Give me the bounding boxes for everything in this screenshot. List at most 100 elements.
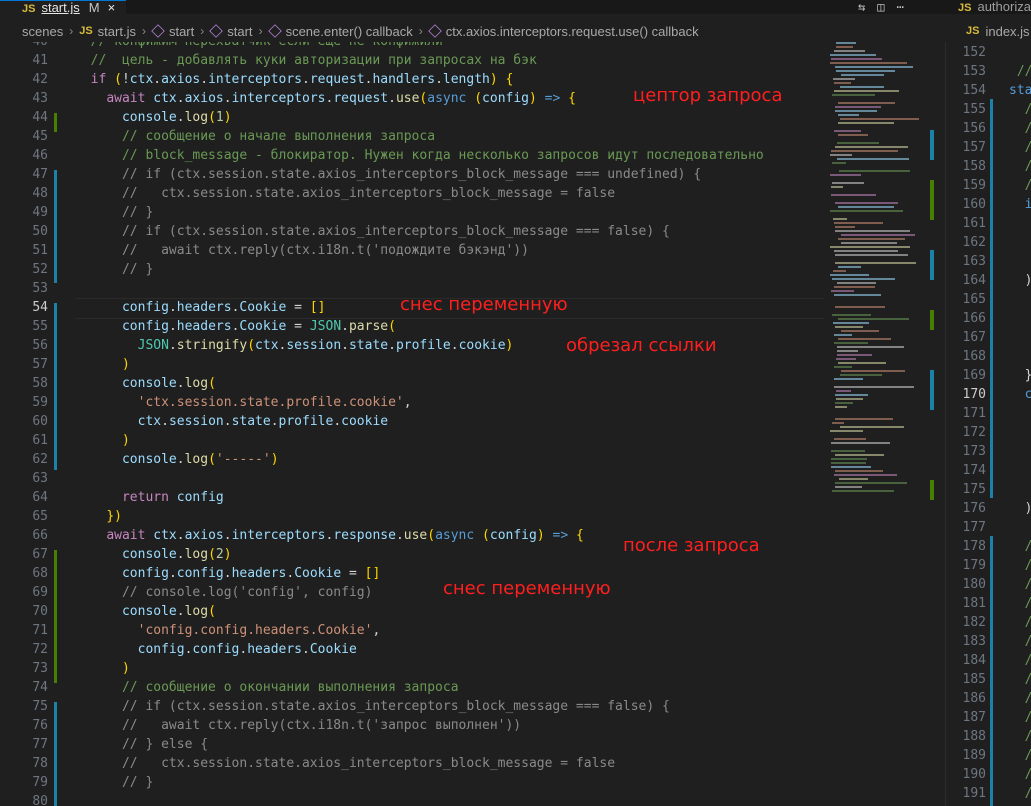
split-editor-icon[interactable]: ◫	[877, 0, 884, 14]
breadcrumb-item[interactable]: index.js	[985, 24, 1029, 39]
code-line[interactable]: 61 )	[0, 431, 828, 450]
code-line[interactable]: 177	[946, 518, 1031, 537]
code-line[interactable]: 188 /	[946, 727, 1031, 746]
code-line[interactable]: 52 // }	[0, 260, 828, 279]
code-line[interactable]: 164 )	[946, 271, 1031, 290]
code-line[interactable]: 60 ctx.session.state.profile.cookie	[0, 412, 828, 431]
overview-ruler[interactable]	[930, 120, 936, 540]
line-number: 168	[962, 349, 986, 364]
code-line[interactable]: 175	[946, 480, 1031, 499]
code-line[interactable]: 76 // await ctx.reply(ctx.i18n.t('запрос…	[0, 716, 828, 735]
breadcrumb-item[interactable]: scene.enter() callback	[267, 24, 413, 39]
code-line[interactable]: 62 console.log('-----')	[0, 450, 828, 469]
code-line[interactable]: 163	[946, 252, 1031, 271]
code-line[interactable]: 79 // }	[0, 773, 828, 792]
code-line[interactable]: 158 /	[946, 157, 1031, 176]
code-line[interactable]: 167	[946, 328, 1031, 347]
code-line[interactable]: 160 i	[946, 195, 1031, 214]
line-number: 80	[32, 794, 48, 806]
tab-authorization-js[interactable]: JS authoriza	[950, 0, 1031, 14]
code-line[interactable]: 65 })	[0, 507, 828, 526]
code-line[interactable]: 166	[946, 309, 1031, 328]
code-line[interactable]: 80	[0, 792, 828, 806]
code-editor[interactable]: 40 // конфижим перехватчик если еще не к…	[0, 42, 945, 806]
code-line[interactable]: 156 /	[946, 119, 1031, 138]
code-line[interactable]: 168	[946, 347, 1031, 366]
line-number: 187	[962, 710, 986, 725]
code-line[interactable]: 46 // block_message - блокиратор. Нужен …	[0, 146, 828, 165]
close-icon[interactable]: ×	[108, 0, 116, 14]
code-line[interactable]: 41 // цель - добавлять куки авторизации …	[0, 51, 828, 70]
code-line[interactable]: 74 // сообщение о окончании выполнения з…	[0, 678, 828, 697]
code-line[interactable]: 64 return config	[0, 488, 828, 507]
code-line[interactable]: 153 //	[946, 62, 1031, 81]
breadcrumb-item[interactable]: scenes	[22, 24, 63, 39]
code-line[interactable]: 68 config.config.headers.Cookie = []	[0, 564, 828, 583]
code-line[interactable]: 189 /	[946, 746, 1031, 765]
code-line[interactable]: 171	[946, 404, 1031, 423]
code-line[interactable]: 75 // if (ctx.session.state.axios_interc…	[0, 697, 828, 716]
code-line[interactable]: 178 /	[946, 537, 1031, 556]
minimap-line	[835, 254, 908, 256]
code-line[interactable]: 71 'config.config.headers.Cookie',	[0, 621, 828, 640]
code-line[interactable]: 179 /	[946, 556, 1031, 575]
code-line[interactable]: 172	[946, 423, 1031, 442]
code-line[interactable]: 185 /	[946, 670, 1031, 689]
code-line[interactable]: 72 config.config.headers.Cookie	[0, 640, 828, 659]
breadcrumb-item[interactable]: JS start.js	[79, 24, 136, 39]
right-editor-pane[interactable]: 152 153 //154 sta 155 /156 /157 /158 /159 /…	[945, 42, 1031, 806]
code-line[interactable]: 191 /	[946, 784, 1031, 803]
breadcrumb-item[interactable]: ctx.axios.interceptors.request.use() cal…	[427, 24, 699, 39]
code-text: )	[1009, 501, 1031, 516]
code-line[interactable]: 165	[946, 290, 1031, 309]
code-line[interactable]: 51 // await ctx.reply(ctx.i18n.t('подожд…	[0, 241, 828, 260]
code-line[interactable]: 170 c	[946, 385, 1031, 404]
code-line[interactable]: 157 /	[946, 138, 1031, 157]
code-line[interactable]: 55 config.headers.Cookie = JSON.parse(	[0, 317, 828, 336]
breadcrumb-item[interactable]: start	[209, 24, 253, 39]
code-line[interactable]: 70 console.log(	[0, 602, 828, 621]
code-line[interactable]: 186 /	[946, 689, 1031, 708]
code-line[interactable]: 57 )	[0, 355, 828, 374]
code-line[interactable]: 181 /	[946, 594, 1031, 613]
code-line[interactable]: 73 )	[0, 659, 828, 678]
code-line[interactable]: 59 'ctx.session.state.profile.cookie',	[0, 393, 828, 412]
code-line[interactable]: 184 /	[946, 651, 1031, 670]
code-line[interactable]: 152	[946, 43, 1031, 62]
code-line[interactable]: 48 // ctx.session.state.axios_intercepto…	[0, 184, 828, 203]
code-line[interactable]: 183 /	[946, 632, 1031, 651]
minimap[interactable]	[828, 42, 928, 502]
code-line[interactable]: 180 /	[946, 575, 1031, 594]
code-line[interactable]: 40 // конфижим перехватчик если еще не к…	[0, 42, 828, 51]
breadcrumb-item[interactable]: start	[151, 24, 194, 39]
line-number: 188	[962, 729, 986, 744]
code-line[interactable]: 174	[946, 461, 1031, 480]
code-line[interactable]: 190 /	[946, 765, 1031, 784]
tab-start-js[interactable]: JS start.js M ×	[0, 0, 126, 14]
code-line[interactable]: 176 )	[946, 499, 1031, 518]
code-line[interactable]: 77 // } else {	[0, 735, 828, 754]
more-actions-icon[interactable]: ⋯	[896, 0, 903, 14]
code-line[interactable]: 49 // }	[0, 203, 828, 222]
code-line[interactable]: 187 /	[946, 708, 1031, 727]
compare-changes-icon[interactable]: ⇆	[858, 0, 865, 14]
code-line[interactable]: 182 /	[946, 613, 1031, 632]
code-line[interactable]: 58 console.log(	[0, 374, 828, 393]
code-line[interactable]: 154 sta	[946, 81, 1031, 100]
code-line[interactable]: 155 /	[946, 100, 1031, 119]
code-line[interactable]: 69 // console.log('config', config)	[0, 583, 828, 602]
code-line[interactable]: 63	[0, 469, 828, 488]
code-line[interactable]: 173	[946, 442, 1031, 461]
code-line[interactable]: 50 // if (ctx.session.state.axios_interc…	[0, 222, 828, 241]
code-line[interactable]: 47 // if (ctx.session.state.axios_interc…	[0, 165, 828, 184]
line-number: 79	[32, 775, 48, 790]
annotation-text: обрезал ссылки	[566, 335, 717, 356]
code-line[interactable]: 161	[946, 214, 1031, 233]
code-line[interactable]: 78 // ctx.session.state.axios_intercepto…	[0, 754, 828, 773]
code-line[interactable]: 45 // сообщение о начале выполнения запр…	[0, 127, 828, 146]
line-number: 157	[962, 140, 986, 155]
code-line[interactable]: 159 /	[946, 176, 1031, 195]
code-line[interactable]: 44 console.log(1)	[0, 108, 828, 127]
code-line[interactable]: 169 }	[946, 366, 1031, 385]
code-line[interactable]: 162	[946, 233, 1031, 252]
